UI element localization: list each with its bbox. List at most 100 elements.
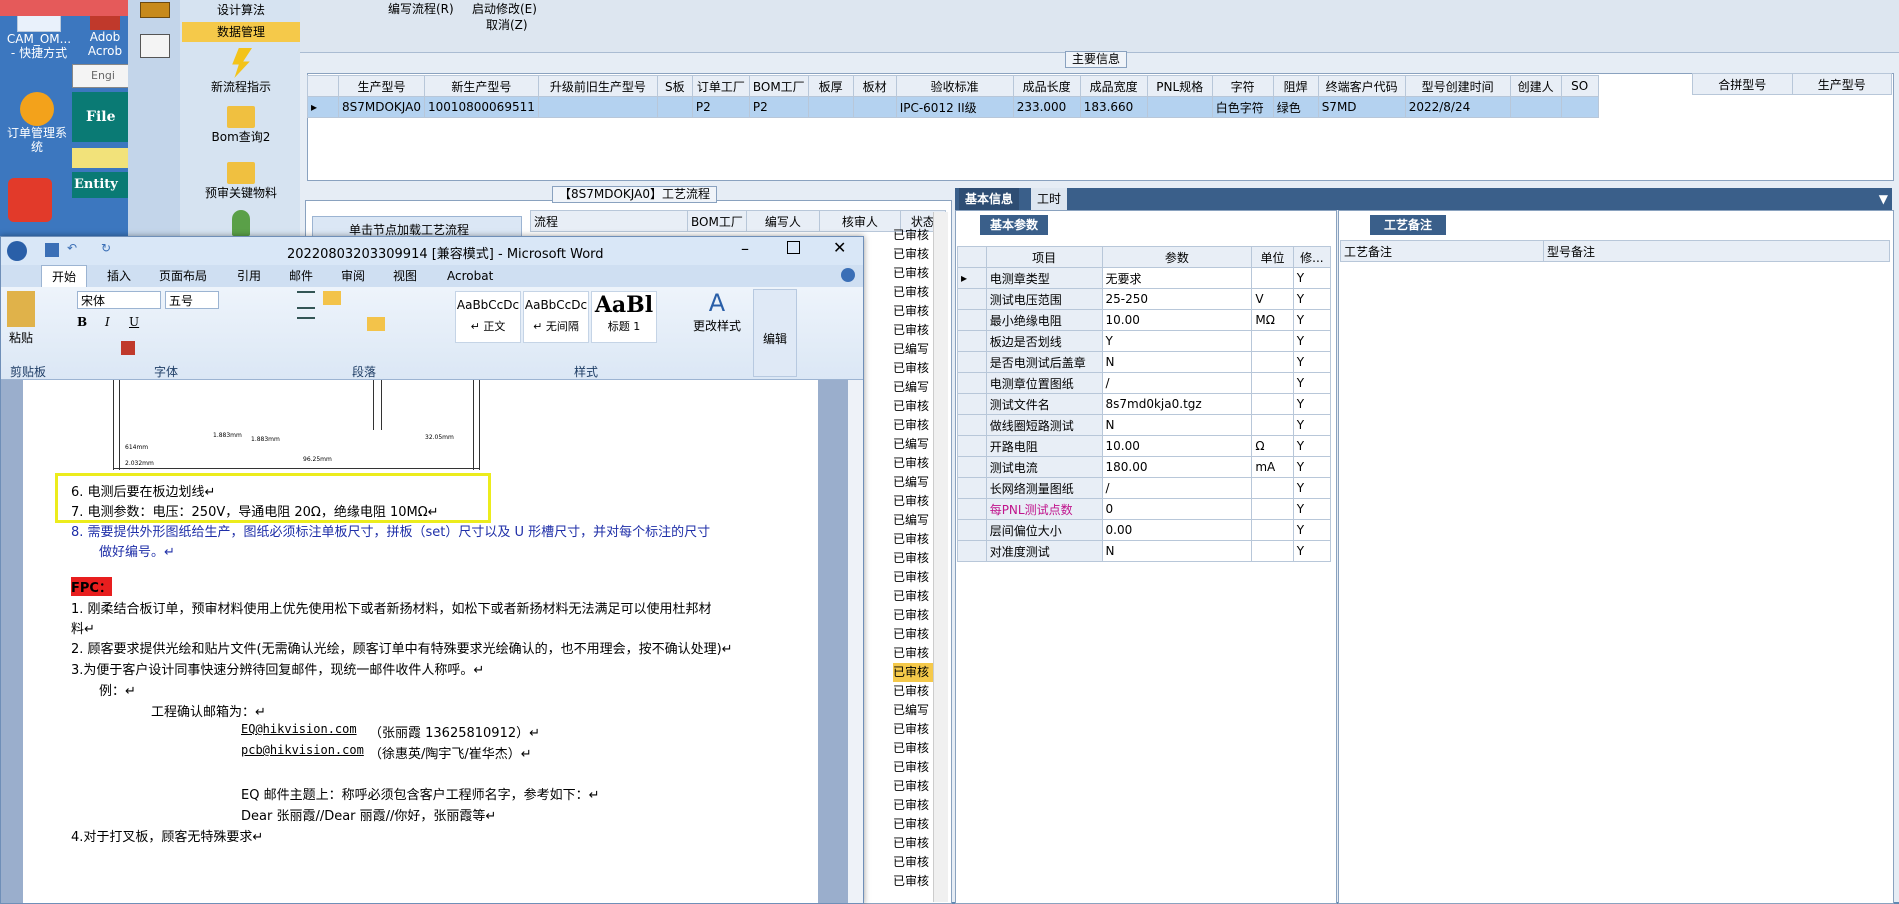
status-cell[interactable]: 已审核 [893, 872, 933, 891]
tab-basic-params[interactable]: 基本参数 [980, 215, 1049, 235]
tab-references[interactable]: 引用 [227, 265, 271, 287]
status-cell[interactable]: 已审核 [893, 530, 933, 549]
tab-insert[interactable]: 插入 [97, 265, 141, 287]
main-cell-1[interactable]: 10010800069511 [423, 96, 539, 118]
main-cell-15[interactable]: 2022/8/24 [1404, 96, 1511, 118]
main-cell-13[interactable]: 绿色 [1272, 96, 1319, 118]
param-unit[interactable] [1251, 414, 1294, 436]
param-row[interactable]: ▸ 电测章类型 无要求 Y [957, 267, 1332, 289]
nav-box-icon[interactable] [140, 2, 170, 18]
email-link-pcb[interactable]: pcb@hikvision.com [241, 743, 364, 757]
param-row[interactable]: 测试文件名 8s7md0kja0.tgz Y [957, 393, 1332, 415]
status-cell[interactable]: 已审核 [893, 606, 933, 625]
save-icon[interactable] [45, 243, 59, 257]
param-flag[interactable]: Y [1292, 309, 1332, 331]
param-value[interactable]: 0 [1101, 498, 1253, 520]
tool-bom-query[interactable]: Bom查询2 [182, 106, 300, 145]
param-row[interactable]: 做线圈短路测试 N Y [957, 414, 1332, 436]
change-styles-button[interactable]: A 更改样式 [689, 289, 745, 334]
status-cell[interactable]: 已审核 [893, 359, 933, 378]
param-value[interactable]: / [1101, 477, 1253, 499]
bullets-icon[interactable] [297, 291, 315, 309]
main-header-10[interactable]: 成品宽度 [1079, 75, 1148, 97]
param-flag[interactable]: Y [1292, 477, 1332, 499]
process-header-bom[interactable]: BOM工厂 [687, 210, 747, 232]
param-unit[interactable] [1251, 393, 1294, 415]
status-cell[interactable]: 已审核 [893, 739, 933, 758]
param-unit[interactable] [1251, 267, 1294, 289]
status-cell[interactable]: 已审核 [893, 302, 933, 321]
numbering-icon[interactable] [323, 291, 341, 305]
main-header-16[interactable]: 创建人 [1509, 75, 1562, 97]
paste-icon[interactable] [7, 291, 35, 327]
status-cell[interactable]: 已审核 [893, 796, 933, 815]
param-flag[interactable]: Y [1292, 540, 1332, 562]
process-header-writer[interactable]: 编写人 [745, 210, 820, 232]
param-flag[interactable]: Y [1292, 288, 1332, 310]
chevron-down-icon[interactable]: ▼ [1879, 188, 1888, 210]
param-value[interactable]: Y [1101, 330, 1253, 352]
nav-device-icon[interactable] [140, 34, 170, 58]
param-unit[interactable]: V [1251, 288, 1294, 310]
param-item[interactable]: 层间偏位大小 [985, 519, 1103, 541]
param-item[interactable]: 对准度测试 [985, 540, 1103, 562]
red-app-icon[interactable] [8, 178, 52, 222]
param-value[interactable]: N [1101, 414, 1253, 436]
menu-edit-flow[interactable]: 编写流程(R) [388, 0, 454, 17]
status-cell[interactable]: 已编写 [893, 701, 933, 720]
main-header-6[interactable]: 板厚 [807, 75, 854, 97]
param-value[interactable]: 10.00 [1101, 435, 1253, 457]
main-header-11[interactable]: PNL规格 [1146, 75, 1213, 97]
param-unit[interactable] [1251, 351, 1294, 373]
params-header-item[interactable]: 项目 [985, 246, 1103, 268]
main-cell-3[interactable] [656, 96, 693, 118]
order-system-icon[interactable]: 订单管理系 统 [4, 92, 70, 154]
param-flag[interactable]: Y [1292, 498, 1332, 520]
status-cell[interactable]: 已审核 [893, 815, 933, 834]
param-flag[interactable]: Y [1292, 456, 1332, 478]
tab-review[interactable]: 审阅 [331, 265, 375, 287]
param-row[interactable]: 最小绝缘电阻 10.00 MΩ Y [957, 309, 1332, 331]
param-item[interactable]: 板边是否划线 [985, 330, 1103, 352]
param-row[interactable]: 是否电测试后盖章 N Y [957, 351, 1332, 373]
param-item[interactable]: 电测章位置图纸 [985, 372, 1103, 394]
param-value[interactable]: 180.00 [1101, 456, 1253, 478]
status-cell[interactable]: 已审核 [893, 777, 933, 796]
font-size-select[interactable]: 五号 [165, 291, 219, 309]
main-cell-14[interactable]: S7MD [1317, 96, 1406, 118]
param-item[interactable]: 是否电测试后盖章 [985, 351, 1103, 373]
param-item[interactable]: 做线圈短路测试 [985, 414, 1103, 436]
file-app-icon[interactable]: File [72, 92, 128, 142]
param-flag[interactable]: Y [1292, 267, 1332, 289]
status-cell[interactable]: 已审核 [893, 321, 933, 340]
param-row[interactable]: 测试电压范围 25-250 V Y [957, 288, 1332, 310]
align-left-icon[interactable] [297, 317, 315, 333]
main-header-14[interactable]: 终端客户代码 [1317, 75, 1406, 97]
param-row[interactable]: 每PNL测试点数 0 Y [957, 498, 1332, 520]
param-item[interactable]: 开路电阻 [985, 435, 1103, 457]
style-no-spacing[interactable]: AaBbCcDc ↵ 无间隔 [523, 291, 589, 343]
nav-item-algorithm[interactable]: 设计算法 [182, 0, 300, 20]
param-unit[interactable] [1251, 540, 1294, 562]
status-cell[interactable]: 已编写 [893, 378, 933, 397]
status-cell[interactable]: 已审核 [893, 283, 933, 302]
main-cell-0[interactable]: 8S7MDOKJA0 [338, 96, 425, 118]
style-normal[interactable]: AaBbCcDc ↵ 正文 [455, 291, 521, 343]
param-row[interactable]: 开路电阻 10.00 Ω Y [957, 435, 1332, 457]
tab-view[interactable]: 视图 [383, 265, 427, 287]
minimize-icon[interactable]: – [741, 239, 749, 258]
param-row[interactable]: 电测章位置图纸 / Y [957, 372, 1332, 394]
param-unit[interactable] [1251, 519, 1294, 541]
main-header-1[interactable]: 新生产型号 [423, 75, 539, 97]
param-value[interactable]: 0.00 [1101, 519, 1253, 541]
italic-button[interactable]: I [105, 315, 110, 329]
notes-header-model[interactable]: 型号备注 [1543, 240, 1890, 262]
main-header-4[interactable]: 订单工厂 [691, 75, 750, 97]
params-header-value[interactable]: 参数 [1101, 246, 1253, 268]
param-value[interactable]: 8s7md0kja0.tgz [1101, 393, 1253, 415]
param-item[interactable]: 测试文件名 [985, 393, 1103, 415]
param-value[interactable]: N [1101, 351, 1253, 373]
process-scrollbar[interactable] [933, 212, 948, 902]
status-cell[interactable]: 已审核 [893, 245, 933, 264]
param-unit[interactable] [1251, 372, 1294, 394]
